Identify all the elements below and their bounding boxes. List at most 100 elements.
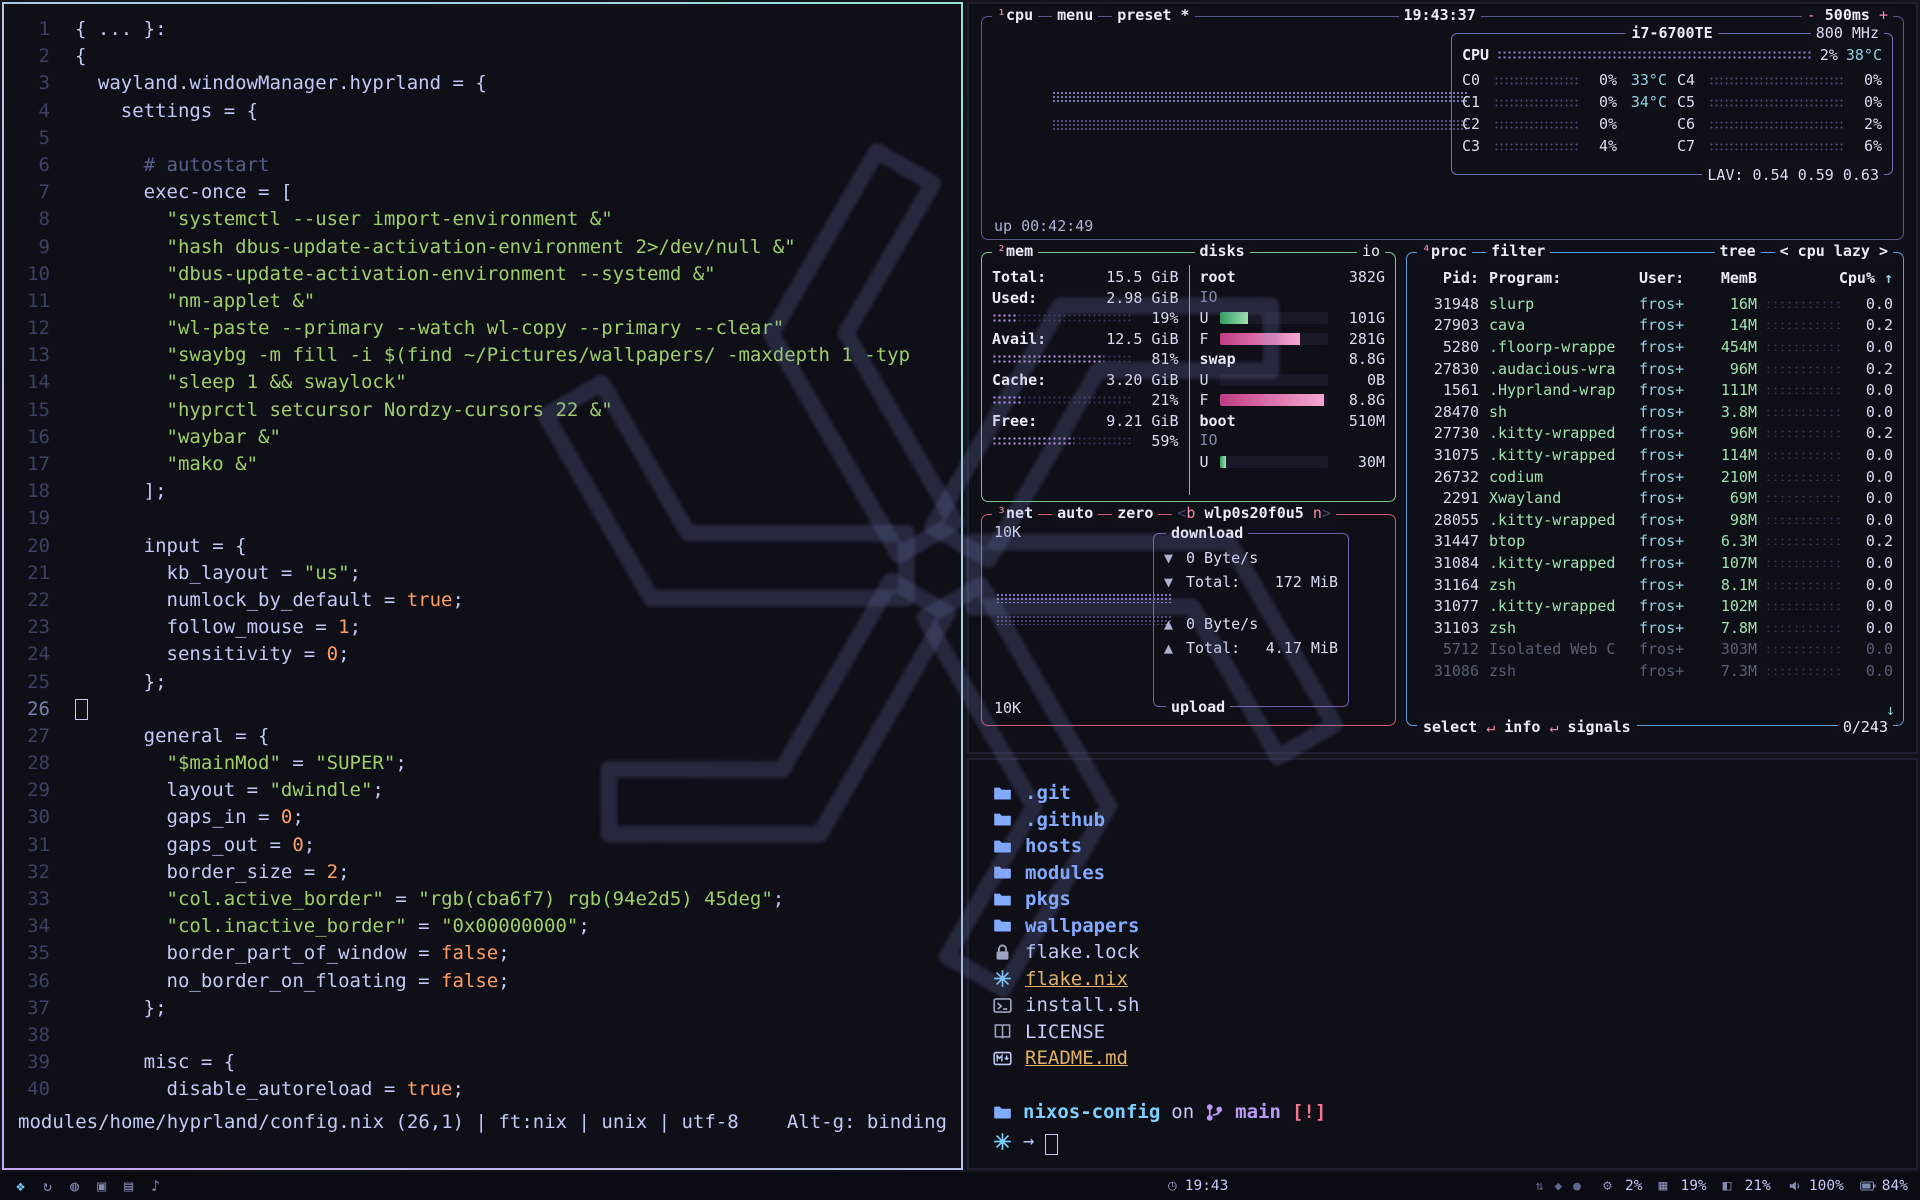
proc-filter-button[interactable]: filter (1486, 242, 1550, 260)
editor-line[interactable]: 32 border_size = 2; (4, 859, 961, 886)
editor-line[interactable]: 17 "mako &" (4, 451, 961, 478)
process-row[interactable]: 28470shfros+3.8M0.0 (1417, 401, 1893, 423)
btop-io-toggle[interactable]: io (1357, 242, 1385, 260)
editor-line[interactable]: 36 no_border_on_floating = false; (4, 968, 961, 995)
volume-module[interactable]: 100% (1787, 1178, 1844, 1194)
process-row[interactable]: 5280.floorp-wrappefros+454M0.0 (1417, 336, 1893, 358)
editor-line[interactable]: 23 follow_mouse = 1; (4, 614, 961, 641)
editor-line[interactable]: 30 gaps_in = 0; (4, 804, 961, 831)
scroll-down-icon[interactable]: ↓ (1886, 701, 1895, 719)
workspace-icon-terminal[interactable]: ▣ (97, 1177, 106, 1195)
process-row[interactable]: 31077.kitty-wrappedfros+102M0.0 (1417, 595, 1893, 617)
refresh-plus-button[interactable]: + (1879, 6, 1888, 24)
cpu-usage-module[interactable]: ⚙2% (1603, 1178, 1642, 1194)
editor-line[interactable]: 29 layout = "dwindle"; (4, 777, 961, 804)
workspace-icon-media[interactable]: ♪ (151, 1177, 160, 1195)
editor-line[interactable]: 18 ]; (4, 478, 961, 505)
refresh-minus-button[interactable]: - (1807, 6, 1816, 24)
col-program[interactable]: Program: (1489, 269, 1639, 287)
editor-line[interactable]: 8 "systemctl --user import-environment &… (4, 206, 961, 233)
editor-line[interactable]: 25 }; (4, 669, 961, 696)
workspace-icon-refresh[interactable]: ↻ (43, 1177, 52, 1195)
clock-module[interactable]: ◷ 19:43 (1168, 1178, 1228, 1194)
process-row[interactable]: 31086zshfros+7.3M0.0 (1417, 660, 1893, 682)
editor-line[interactable]: 13 "swaybg -m fill -i $(find ~/Pictures/… (4, 342, 961, 369)
editor-line[interactable]: 38 (4, 1022, 961, 1049)
proc-tree-button[interactable]: tree (1715, 242, 1761, 260)
process-row[interactable]: 2291Xwaylandfros+69M0.0 (1417, 487, 1893, 509)
col-user[interactable]: User: (1639, 269, 1705, 287)
workspace-icon-files[interactable]: ▤ (124, 1177, 133, 1195)
editor-line[interactable]: 3 wayland.windowManager.hyprland = { (4, 70, 961, 97)
net-interface-selector[interactable]: <b wlp0s20f0u5 n> (1172, 504, 1336, 522)
editor-line[interactable]: 24 sensitivity = 0; (4, 641, 961, 668)
editor-line[interactable]: 14 "sleep 1 && swaylock" (4, 369, 961, 396)
editor-buffer[interactable]: 1{ ... }:2{3 wayland.windowManager.hyprl… (4, 4, 961, 1104)
select-button[interactable]: select (1423, 718, 1477, 736)
disk-usage-module[interactable]: ◧21% (1723, 1178, 1771, 1194)
process-row[interactable]: 31447btopfros+6.3M0.2 (1417, 531, 1893, 553)
editor-line[interactable]: 15 "hyprctl setcursor Nordzy-cursors 22 … (4, 397, 961, 424)
process-row[interactable]: 31084.kitty-wrappedfros+107M0.0 (1417, 552, 1893, 574)
editor-line[interactable]: 10 "dbus-update-activation-environment -… (4, 261, 961, 288)
workspace-icon-browser[interactable]: ◍ (70, 1177, 79, 1195)
col-cpu[interactable]: Cpu% (1831, 269, 1875, 287)
editor-line[interactable]: 37 }; (4, 995, 961, 1022)
editor-line[interactable]: 9 "hash dbus-update-activation-environme… (4, 234, 961, 261)
col-memory[interactable]: MemB (1705, 269, 1757, 287)
battery-module[interactable]: 84% (1860, 1178, 1908, 1194)
net-auto-button[interactable]: auto (1052, 504, 1098, 522)
process-row[interactable]: 27830.audacious-wrafros+96M0.2 (1417, 358, 1893, 380)
btop-tab-proc[interactable]: ⁴proc (1417, 242, 1472, 260)
btop-preset-button[interactable]: preset * (1112, 6, 1194, 24)
btop-disks-title[interactable]: disks (1195, 242, 1250, 260)
process-row[interactable]: 1561.Hyprland-wrapfros+111M0.0 (1417, 379, 1893, 401)
btop-menu-button[interactable]: menu (1052, 6, 1098, 24)
editor-line[interactable]: 5 (4, 125, 961, 152)
process-row[interactable]: 28055.kitty-wrappedfros+98M0.0 (1417, 509, 1893, 531)
btop-tab-mem[interactable]: ²mem (992, 242, 1038, 260)
editor-line[interactable]: 27 general = { (4, 723, 961, 750)
launcher-icon[interactable]: ❖ (16, 1177, 25, 1195)
editor-line[interactable]: 21 kb_layout = "us"; (4, 560, 961, 587)
terminal-window[interactable]: .git.githubhostsmodulespkgswallpapersfla… (967, 758, 1918, 1170)
shell-input-line[interactable]: → (993, 1128, 1892, 1155)
info-button[interactable]: info (1504, 718, 1540, 736)
process-row[interactable]: 31075.kitty-wrappedfros+114M0.0 (1417, 444, 1893, 466)
process-row[interactable]: 5712Isolated Web Cfros+303M0.0 (1417, 639, 1893, 661)
process-row[interactable]: 27730.kitty-wrappedfros+96M0.2 (1417, 423, 1893, 445)
iface-prev-button[interactable]: b (1186, 504, 1195, 522)
iface-next-button[interactable]: n (1313, 504, 1322, 522)
net-zero-button[interactable]: zero (1112, 504, 1158, 522)
editor-window[interactable]: 1{ ... }:2{3 wayland.windowManager.hyprl… (2, 2, 963, 1170)
tray-network-icon[interactable]: ⇅ (1536, 1179, 1544, 1194)
editor-line[interactable]: 12 "wl-paste --primary --watch wl-copy -… (4, 315, 961, 342)
proc-sort-selector[interactable]: < cpu lazy > (1775, 242, 1893, 260)
editor-line[interactable]: 33 "col.active_border" = "rgb(cba6f7) rg… (4, 886, 961, 913)
process-row[interactable]: 27903cavafros+14M0.2 (1417, 315, 1893, 337)
process-row[interactable]: 26732codiumfros+210M0.0 (1417, 466, 1893, 488)
editor-line[interactable]: 40 disable_autoreload = true; (4, 1076, 961, 1103)
process-row[interactable]: 31164zshfros+8.1M0.0 (1417, 574, 1893, 596)
scroll-up-icon[interactable]: ↑ (1875, 269, 1893, 287)
process-row[interactable]: 31103zshfros+7.8M0.0 (1417, 617, 1893, 639)
editor-line[interactable]: 19 (4, 505, 961, 532)
editor-line[interactable]: 16 "waybar &" (4, 424, 961, 451)
editor-line[interactable]: 7 exec-once = [ (4, 179, 961, 206)
editor-line[interactable]: 20 input = { (4, 533, 961, 560)
editor-line[interactable]: 1{ ... }: (4, 16, 961, 43)
editor-line[interactable]: 2{ (4, 43, 961, 70)
col-pid[interactable]: Pid: (1417, 269, 1489, 287)
tray-icon-3[interactable]: ● (1573, 1179, 1581, 1194)
signals-button[interactable]: signals (1568, 718, 1631, 736)
editor-line[interactable]: 35 border_part_of_window = false; (4, 940, 961, 967)
editor-line[interactable]: 6 # autostart (4, 152, 961, 179)
editor-line[interactable]: 39 misc = { (4, 1049, 961, 1076)
editor-line[interactable]: 28 "$mainMod" = "SUPER"; (4, 750, 961, 777)
tray-icon-2[interactable]: ◆ (1554, 1179, 1562, 1194)
editor-line[interactable]: 22 numlock_by_default = true; (4, 587, 961, 614)
process-row[interactable]: 31948slurpfros+16M0.0 (1417, 293, 1893, 315)
editor-line[interactable]: 4 settings = { (4, 98, 961, 125)
editor-line[interactable]: 11 "nm-applet &" (4, 288, 961, 315)
editor-line[interactable]: 26 (4, 696, 961, 723)
